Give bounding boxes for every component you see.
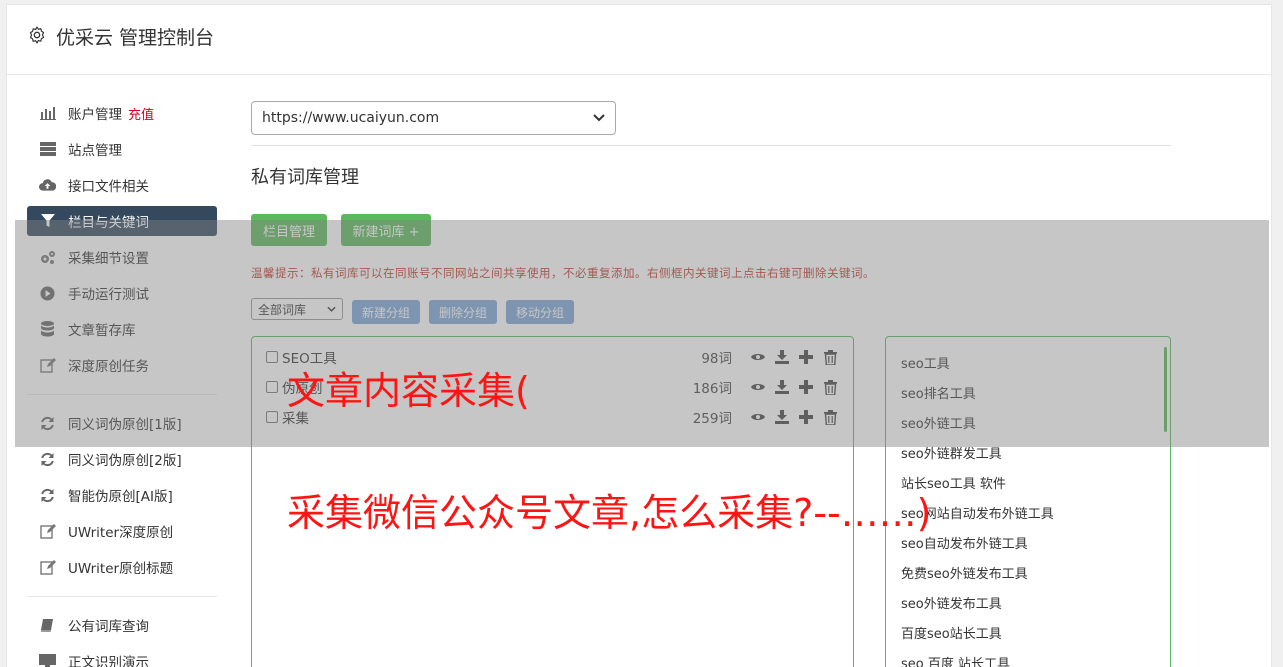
keyword-item[interactable]: seo 百度 站长工具 [901,653,1010,667]
sidebar-item-label: 同义词伪原创[2版] [68,453,182,469]
sidebar-item-label: 账户管理 [68,107,122,123]
cloud-upload-icon [39,177,56,194]
keyword-item[interactable]: 免费seo外链发布工具 [901,563,1028,582]
edit-icon [39,523,56,540]
gear-icon [29,26,45,44]
overlay-headline-2: 采集微信公众号文章,怎么采集?--……) [287,491,932,535]
header: 优采云 管理控制台 [7,5,1271,75]
sidebar-item-ai-original[interactable]: 智能伪原创[AI版] [27,477,217,513]
sidebar-item-uwriter-deep[interactable]: UWriter深度原创 [27,513,217,549]
site-select-value: https://www.ucaiyun.com [262,110,440,126]
overlay-headline-1: 文章内容采集( [287,369,530,413]
sidebar-item-sites[interactable]: 站点管理 [27,131,217,167]
page-title: 优采云 管理控制台 [56,27,215,49]
keyword-item[interactable]: 百度seo站长工具 [901,623,1002,642]
sidebar-item-uwriter-title[interactable]: UWriter原创标题 [27,549,217,585]
sidebar-item-label: 正文识别演示 [68,655,149,667]
sidebar-item-account[interactable]: 账户管理 充值 [27,95,217,131]
recharge-link[interactable]: 充值 [128,104,154,123]
edit-icon [39,559,56,576]
book-icon [39,617,56,634]
site-select[interactable]: https://www.ucaiyun.com [251,101,616,135]
sidebar-divider [27,596,217,597]
chevron-down-icon [593,114,605,122]
server-icon [39,141,56,158]
overlay-band [15,220,1269,447]
divider [251,145,1171,146]
sidebar-item-api-files[interactable]: 接口文件相关 [27,167,217,203]
sidebar-item-label: 站点管理 [68,143,122,159]
refresh-icon [39,451,56,468]
bar-chart-icon [39,105,56,122]
keyword-item[interactable]: seo外链发布工具 [901,593,1002,612]
sidebar-item-public-lexicon[interactable]: 公有词库查询 [27,607,217,643]
monitor-icon [39,653,56,667]
refresh-icon [39,487,56,504]
sidebar-item-label: UWriter深度原创 [68,525,174,541]
sidebar-item-label: 智能伪原创[AI版] [68,489,173,505]
sidebar-item-label: 接口文件相关 [68,179,149,195]
section-title: 私有词库管理 [251,167,359,188]
sidebar-item-label: 公有词库查询 [68,619,149,635]
sidebar-item-text-recognition[interactable]: 正文识别演示 [27,643,217,667]
sidebar-item-label: UWriter原创标题 [68,561,174,577]
